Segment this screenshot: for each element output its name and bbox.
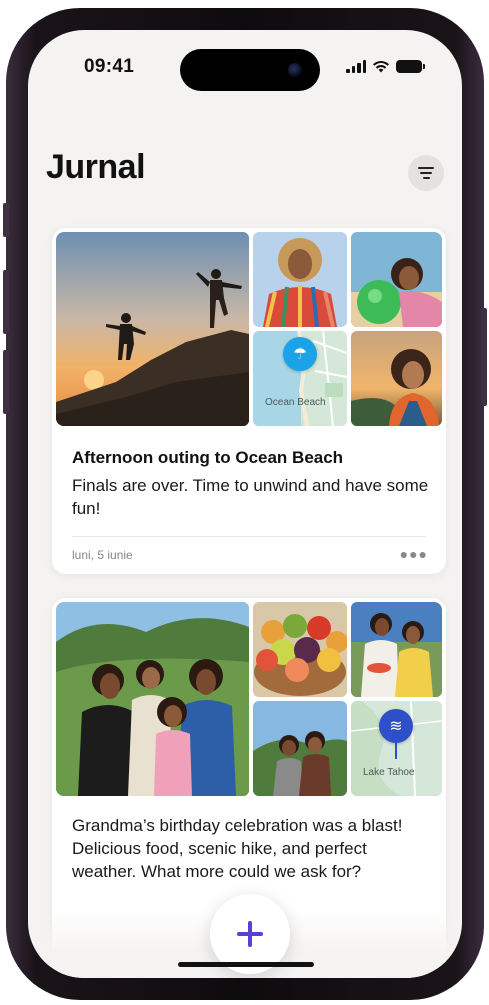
- status-time: 09:41: [84, 56, 135, 77]
- power-button: [481, 308, 487, 406]
- camera-icon: [288, 63, 302, 77]
- photo-fruit-bowl[interactable]: [253, 602, 347, 697]
- volume-down-button: [3, 350, 9, 414]
- photo-portrait-striped-shirt[interactable]: [253, 232, 347, 327]
- filter-button[interactable]: [408, 155, 444, 191]
- water-waves-icon: ≋: [379, 709, 413, 743]
- volume-up-button: [3, 270, 9, 334]
- status-icons: [346, 60, 425, 73]
- wifi-icon: [373, 60, 389, 73]
- beach-umbrella-icon: ☂: [283, 337, 317, 371]
- photo-family-group[interactable]: [56, 602, 249, 796]
- journal-entry-card[interactable]: ☂ Ocean Beach Afternoon outing to Ocean …: [52, 228, 446, 574]
- entry-date: luni, 5 iunie: [72, 548, 133, 562]
- page-title: Jurnal: [46, 148, 146, 186]
- photo-couple-hike[interactable]: [253, 701, 347, 796]
- map-ocean-beach[interactable]: ☂ Ocean Beach: [253, 331, 347, 426]
- action-button: [3, 203, 9, 237]
- entry-body: Finals are over. Time to unwind and have…: [72, 476, 429, 518]
- map-location-label: Lake Tahoe: [363, 767, 415, 778]
- photo-sunset-hike[interactable]: [56, 232, 249, 426]
- cellular-signal-icon: [346, 60, 366, 73]
- entry-media-grid[interactable]: ≋ Lake Tahoe: [56, 602, 442, 796]
- photo-two-women[interactable]: [351, 602, 442, 697]
- divider: [72, 536, 426, 537]
- entry-media-grid[interactable]: ☂ Ocean Beach: [56, 232, 442, 426]
- plus-icon: [237, 921, 263, 947]
- battery-icon: [396, 60, 425, 73]
- entry-body: Grandma’s birthday celebration was a bla…: [72, 816, 403, 881]
- more-options-icon[interactable]: ●●●: [400, 546, 428, 562]
- phone-frame: 09:41 Jurnal ☂ Ocean Beach Afternoon out…: [3, 8, 487, 1000]
- photo-sunset-portrait[interactable]: [351, 331, 442, 426]
- status-bar: 09:41: [28, 30, 462, 110]
- map-pin-stem: [395, 743, 397, 759]
- map-location-label: Ocean Beach: [265, 397, 326, 408]
- dynamic-island: [180, 49, 320, 91]
- map-lake-tahoe[interactable]: ≋ Lake Tahoe: [351, 701, 442, 796]
- entry-title: Afternoon outing to Ocean Beach: [72, 448, 344, 467]
- home-indicator[interactable]: [178, 962, 314, 967]
- screen: 09:41 Jurnal ☂ Ocean Beach Afternoon out…: [28, 30, 462, 978]
- photo-girl-with-ball[interactable]: [351, 232, 442, 327]
- filter-icon: [418, 167, 434, 169]
